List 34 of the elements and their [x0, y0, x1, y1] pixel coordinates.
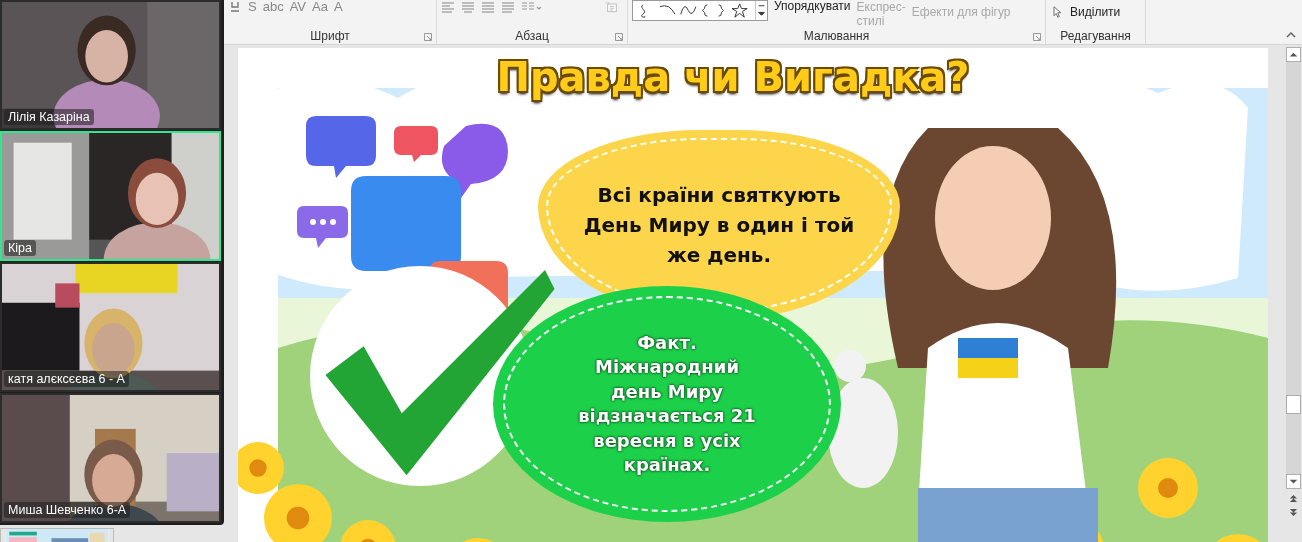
- collapse-ribbon-icon[interactable]: [1286, 32, 1296, 38]
- scroll-down-button[interactable]: [1286, 474, 1301, 489]
- font-tool-button[interactable]: A: [333, 0, 343, 13]
- dialog-launcher-icon[interactable]: [1033, 33, 1041, 41]
- shapes-gallery[interactable]: [632, 0, 768, 21]
- participant-name: Кіра: [4, 240, 36, 256]
- font-tool-button[interactable]: AV: [289, 0, 307, 13]
- next-slide-icon[interactable]: [1289, 508, 1298, 517]
- scroll-thumb[interactable]: [1286, 395, 1301, 414]
- columns-icon[interactable]: [521, 1, 543, 13]
- participant-name: катя алєксєєва 6 - А: [4, 371, 129, 387]
- participant-name: Миша Шевченко 6-А: [4, 502, 131, 518]
- select-button[interactable]: Виділити: [1070, 6, 1121, 18]
- participant-name: Лілія Казаріна: [4, 109, 94, 125]
- slide-title: Правда чи Вигадка?: [495, 54, 971, 100]
- font-tool-button[interactable]: Aa: [312, 0, 328, 13]
- font-tool-button[interactable]: abc: [262, 0, 284, 13]
- font-tool-button[interactable]: S: [248, 0, 257, 13]
- align-icon[interactable]: [461, 1, 475, 13]
- dialog-launcher-icon[interactable]: [424, 33, 432, 41]
- more-icon[interactable]: [755, 1, 767, 20]
- dialog-launcher-icon[interactable]: [615, 33, 623, 41]
- group-label: Малювання: [803, 28, 870, 43]
- group-label: Редагування: [1060, 28, 1131, 43]
- scroll-up-button[interactable]: [1286, 47, 1301, 62]
- align-icon[interactable]: [441, 1, 455, 13]
- previous-slide-icon[interactable]: [1289, 494, 1298, 503]
- cursor-icon: [1050, 6, 1064, 18]
- group-label: Абзац: [515, 28, 549, 43]
- align-icon[interactable]: [501, 1, 515, 13]
- underline-icon[interactable]: [228, 1, 242, 13]
- arrange-button[interactable]: Упорядкувати: [774, 0, 851, 12]
- group-label: Шрифт: [310, 28, 350, 43]
- align-icon[interactable]: [481, 1, 495, 13]
